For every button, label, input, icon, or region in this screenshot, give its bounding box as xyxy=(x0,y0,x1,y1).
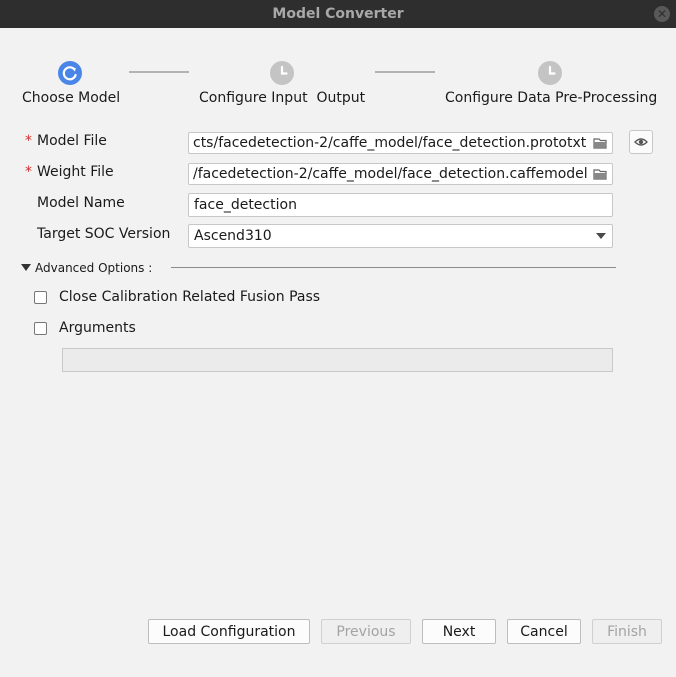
close-calibration-label: Close Calibration Related Fusion Pass xyxy=(59,289,321,305)
arguments-label: Arguments xyxy=(59,320,136,336)
section-divider xyxy=(171,267,616,268)
model-file-label: * Model File xyxy=(25,133,107,149)
step-pending-clock-icon xyxy=(270,61,294,85)
step-connector xyxy=(129,71,189,73)
target-soc-select[interactable]: Ascend310 xyxy=(188,224,613,248)
previous-button[interactable]: Previous xyxy=(321,619,411,644)
step-label-choose-model: Choose Model xyxy=(22,90,121,106)
preview-model-button[interactable] xyxy=(629,130,653,154)
folder-icon[interactable] xyxy=(593,167,608,181)
required-marker: * xyxy=(25,133,32,149)
load-configuration-button[interactable]: Load Configuration xyxy=(148,619,310,644)
model-file-field[interactable]: cts/facedetection-2/caffe_model/face_det… xyxy=(188,132,613,154)
finish-button[interactable]: Finish xyxy=(592,619,662,644)
step-connector xyxy=(375,71,435,73)
step-label-configure-preprocessing: Configure Data Pre-Processing xyxy=(445,90,658,106)
advanced-options-toggle[interactable]: Advanced Options : xyxy=(21,261,152,275)
window-title: Model Converter xyxy=(272,6,404,22)
main-content: Choose Model Configure Input Output Conf… xyxy=(0,28,676,677)
arguments-input xyxy=(62,348,613,372)
step-active-icon xyxy=(58,61,82,85)
target-soc-label: Target SOC Version xyxy=(37,226,171,242)
title-bar: Model Converter ✕ xyxy=(0,0,676,28)
chevron-down-icon xyxy=(596,233,606,239)
required-marker: * xyxy=(25,164,32,180)
step-pending-clock-icon xyxy=(538,61,562,85)
weight-file-label: * Weight File xyxy=(25,164,114,180)
model-name-input[interactable]: face_detection xyxy=(188,193,613,217)
step-label-configure-input-output: Configure Input Output xyxy=(199,90,366,106)
cancel-button[interactable]: Cancel xyxy=(507,619,581,644)
model-name-label: Model Name xyxy=(37,195,125,211)
folder-icon[interactable] xyxy=(593,136,608,150)
next-button[interactable]: Next xyxy=(422,619,496,644)
eye-icon xyxy=(634,138,648,146)
arguments-checkbox[interactable] xyxy=(34,322,47,335)
close-calibration-checkbox[interactable] xyxy=(34,291,47,304)
close-icon[interactable]: ✕ xyxy=(654,6,670,22)
triangle-down-icon xyxy=(21,264,31,271)
weight-file-field[interactable]: /facedetection-2/caffe_model/face_detect… xyxy=(188,163,613,185)
